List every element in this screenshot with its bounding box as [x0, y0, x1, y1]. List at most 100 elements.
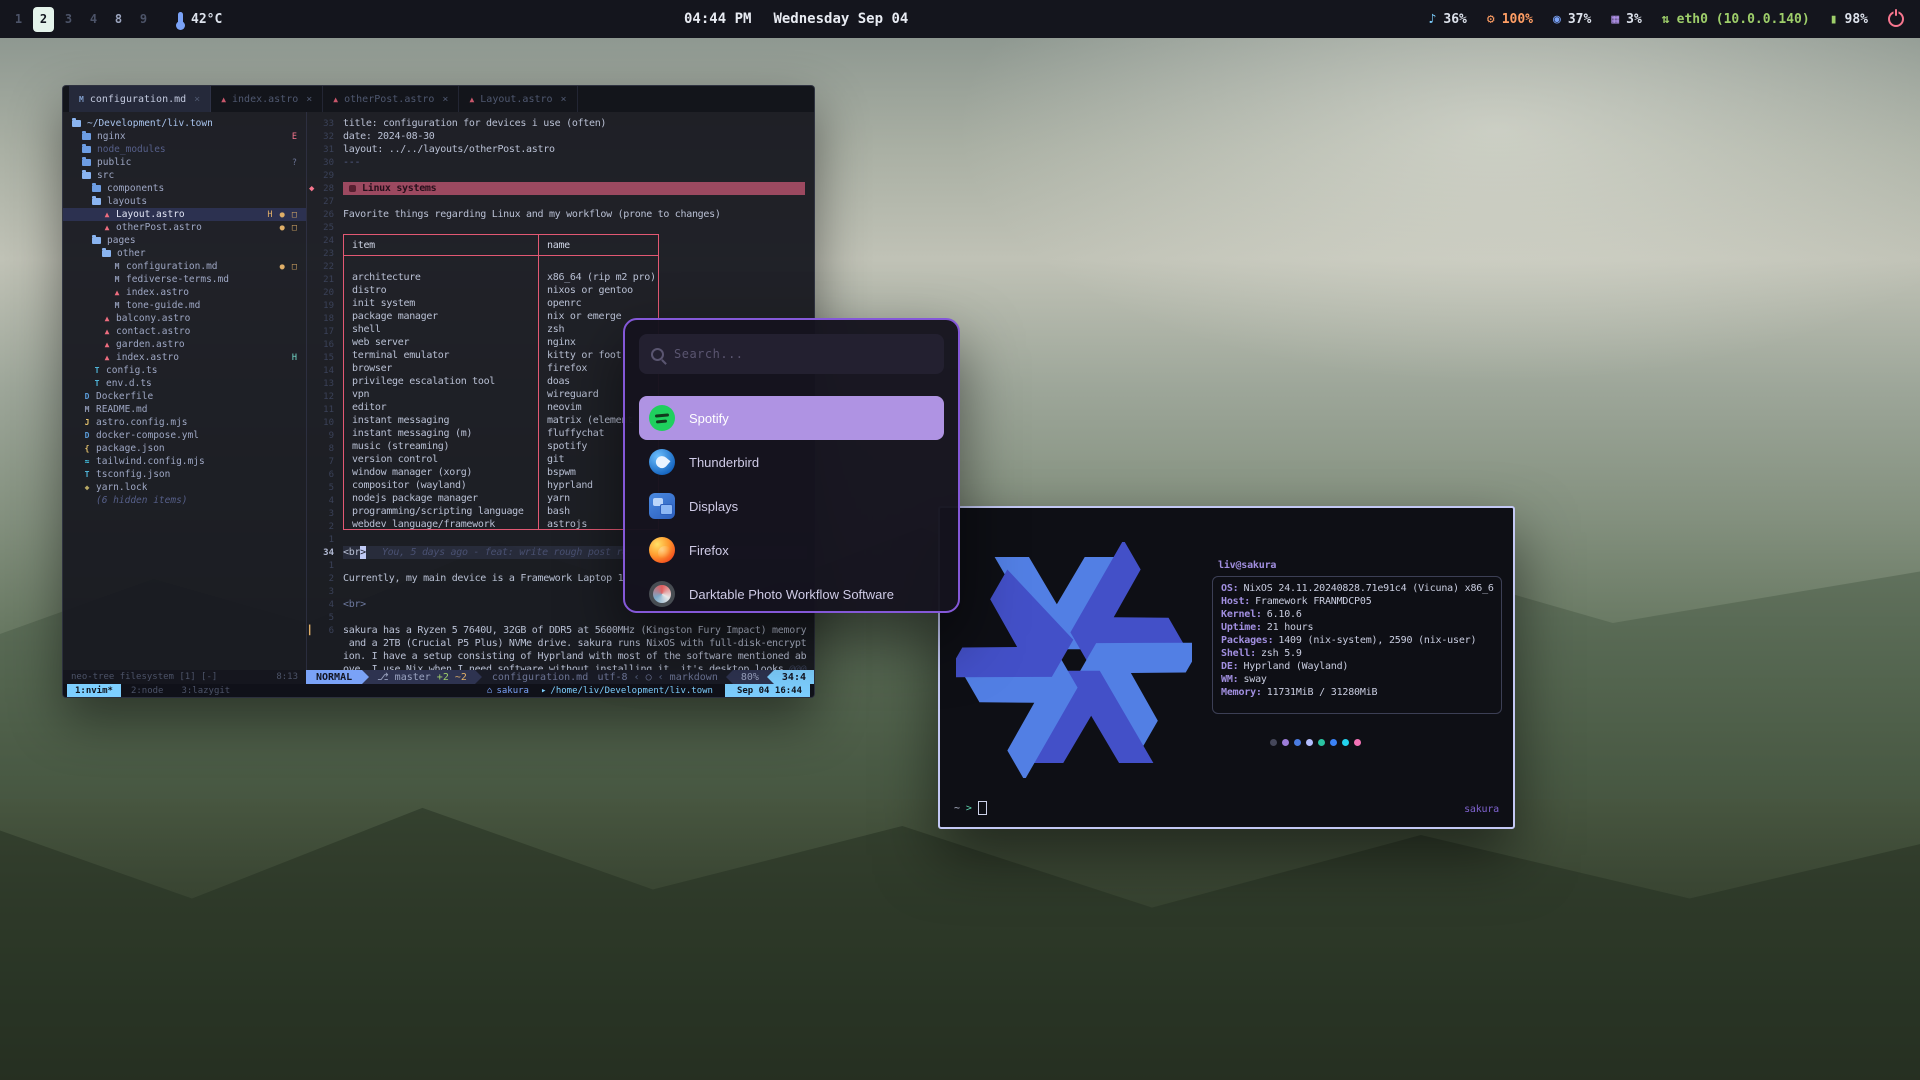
tree-item[interactable]: nginx E	[63, 130, 306, 143]
table-row: programming/scripting language bash	[344, 505, 658, 518]
tmux-windows: 1:nvim*2:node3:lazygit	[67, 684, 238, 697]
tree-item[interactable]: M fediverse-terms.md	[63, 273, 306, 286]
volume-module[interactable]: ♪ 36%	[1429, 12, 1467, 27]
editor-tab[interactable]: M configuration.md ×	[69, 86, 211, 112]
file-type-icon: ▲	[333, 95, 338, 104]
tree-item[interactable]: T tsconfig.json	[63, 468, 306, 481]
tree-item[interactable]: other	[63, 247, 306, 260]
app-icon	[649, 405, 675, 431]
file-type-icon: M	[111, 301, 123, 310]
tab-label: configuration.md	[90, 94, 186, 105]
line-number: ▎ 6	[307, 624, 341, 637]
shell-prompt[interactable]: ~ >	[954, 801, 987, 815]
tree-item-label: ~/Development/liv.town	[87, 118, 213, 129]
table-row: editor neovim	[344, 401, 658, 414]
network-module[interactable]: ⇅ eth0 (10.0.0.140)	[1662, 12, 1810, 27]
app-launcher[interactable]: Search... Spotify Thunderbird Displays F…	[623, 318, 960, 613]
tree-item[interactable]: ~/Development/liv.town	[63, 117, 306, 130]
tree-item-label: tone-guide.md	[126, 300, 200, 311]
tree-item-label: config.ts	[106, 365, 157, 376]
table-cell-item: shell	[344, 323, 539, 336]
tree-item[interactable]: M configuration.md ● □	[63, 260, 306, 273]
tree-item[interactable]: components	[63, 182, 306, 195]
module-icon: ⚙	[1487, 12, 1495, 27]
battery-module[interactable]: ▮ 98%	[1830, 12, 1868, 27]
workspace-button[interactable]: 8	[106, 0, 131, 38]
tree-item[interactable]: T env.d.ts	[63, 377, 306, 390]
tree-item[interactable]: M tone-guide.md	[63, 299, 306, 312]
launcher-item[interactable]: Firefox	[639, 528, 944, 572]
workspace-button[interactable]: 3	[56, 0, 81, 38]
table-cell-item: music (streaming)	[344, 440, 539, 453]
tree-item[interactable]: J astro.config.mjs	[63, 416, 306, 429]
tab-close-icon[interactable]: ×	[561, 94, 567, 105]
editor-tab[interactable]: ▲ otherPost.astro ×	[323, 86, 459, 112]
tmux-window[interactable]: 1:nvim*	[67, 684, 121, 697]
tree-item[interactable]: node_modules	[63, 143, 306, 156]
tree-item[interactable]: layouts	[63, 195, 306, 208]
tree-item[interactable]: T config.ts	[63, 364, 306, 377]
frontmatter-delimiter: ---	[343, 156, 814, 169]
tree-item[interactable]: D Dockerfile	[63, 390, 306, 403]
brightness-module[interactable]: ⚙ 100%	[1487, 12, 1533, 27]
tab-close-icon[interactable]: ×	[194, 94, 200, 105]
tree-item[interactable]: (6 hidden items)	[63, 494, 306, 507]
line-number: 29	[307, 169, 341, 182]
line-number: 34	[307, 546, 341, 559]
tree-item[interactable]: src	[63, 169, 306, 182]
disk-module[interactable]: ◉ 37%	[1553, 12, 1591, 27]
tab-close-icon[interactable]: ×	[442, 94, 448, 105]
tree-item[interactable]: D docker-compose.yml	[63, 429, 306, 442]
launcher-item[interactable]: Spotify	[639, 396, 944, 440]
tree-item[interactable]: M README.md	[63, 403, 306, 416]
workspace-button[interactable]: 4	[81, 0, 106, 38]
tree-item[interactable]: public ?	[63, 156, 306, 169]
table-cell-item: privilege escalation tool	[344, 375, 539, 388]
workspace-button[interactable]: 1	[6, 0, 31, 38]
tree-item-label: yarn.lock	[96, 482, 147, 493]
code-line: ove. I use Nix when I need software with…	[343, 663, 814, 670]
git-added-count: +2	[437, 672, 449, 683]
session-label: sakura	[1464, 804, 1499, 815]
tree-item[interactable]: ▲ Layout.astro H ● □	[63, 208, 306, 221]
editor-tab[interactable]: ▲ index.astro ×	[211, 86, 323, 112]
tree-item-status: E	[292, 132, 298, 142]
workspace-button[interactable]: 2	[31, 0, 56, 38]
tree-item[interactable]: ▲ index.astro H	[63, 351, 306, 364]
tree-item[interactable]: pages	[63, 234, 306, 247]
tree-item[interactable]: ≈ tailwind.config.mjs	[63, 455, 306, 468]
tmux-window[interactable]: 3:lazygit	[173, 684, 238, 697]
line-number: 1	[307, 533, 341, 546]
tree-item-label: package.json	[96, 443, 165, 454]
editor-tab[interactable]: ▲ Layout.astro ×	[459, 86, 577, 112]
temperature-module: 42°C	[178, 12, 222, 27]
launcher-item[interactable]: Darktable Photo Workflow Software	[639, 572, 944, 613]
tree-item[interactable]: ▲ otherPost.astro ● □	[63, 221, 306, 234]
file-type-icon: M	[79, 95, 84, 104]
power-button[interactable]	[1888, 0, 1904, 38]
tree-item[interactable]: { package.json	[63, 442, 306, 455]
launcher-item[interactable]: Displays	[639, 484, 944, 528]
launcher-item[interactable]: Thunderbird	[639, 440, 944, 484]
git-status-segment: ⎇ master +2 ~2	[369, 670, 475, 684]
table-cell-item: editor	[344, 401, 539, 414]
workspace-button[interactable]: 9	[131, 0, 156, 38]
tree-item-label: pages	[107, 235, 136, 246]
workspace-number: 3	[58, 7, 79, 32]
powerline-separator	[362, 670, 369, 684]
tree-item[interactable]: ▲ garden.astro	[63, 338, 306, 351]
table-row: browser firefox	[344, 362, 658, 375]
fetch-terminal-window[interactable]: liv@sakura OS: NixOS 24.11.20240828.71e9…	[938, 506, 1515, 829]
code-line: layout: ../../layouts/otherPost.astro	[343, 143, 814, 156]
tmux-window[interactable]: 2:node	[123, 684, 172, 697]
tree-item[interactable]: ▲ index.astro	[63, 286, 306, 299]
cpu-module[interactable]: ▦ 3%	[1611, 12, 1641, 27]
tab-close-icon[interactable]: ×	[306, 94, 312, 105]
line-number: 21	[307, 273, 341, 286]
tree-item[interactable]: ▲ balcony.astro	[63, 312, 306, 325]
tree-item[interactable]: ◆ yarn.lock	[63, 481, 306, 494]
search-box[interactable]: Search...	[639, 334, 944, 374]
gutter-sign: ▎	[309, 626, 314, 636]
tree-item[interactable]: ▲ contact.astro	[63, 325, 306, 338]
tmux-status-item: ⌂ sakura	[487, 686, 529, 696]
